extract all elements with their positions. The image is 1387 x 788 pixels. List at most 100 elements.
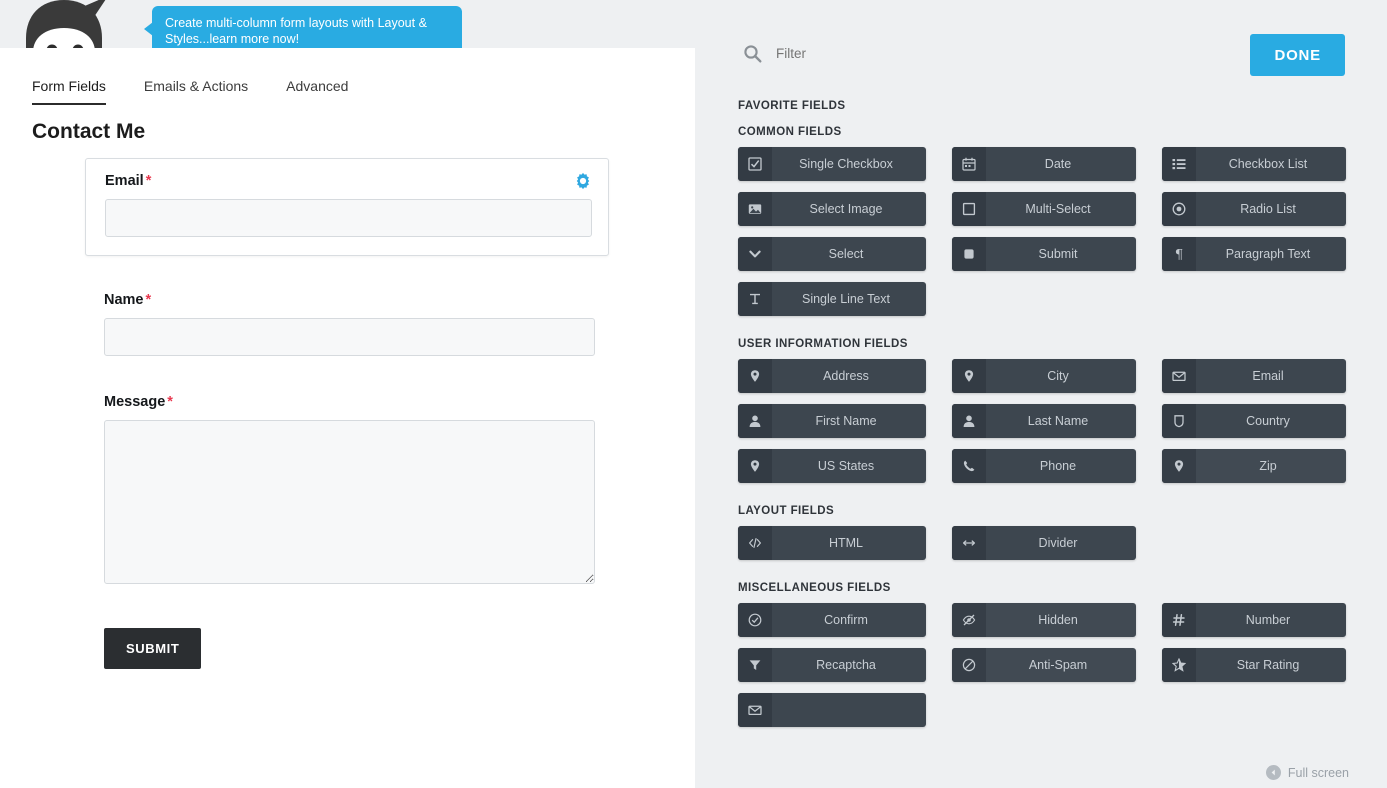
form-field-name[interactable]: Name* — [0, 292, 695, 356]
promo-tooltip-text: Create multi-column form layouts with La… — [165, 16, 427, 46]
field-button-first-name[interactable]: First Name — [738, 404, 926, 438]
form-preview-panel: Form Fields Emails & Actions Advanced Co… — [0, 48, 695, 788]
field-wrapper: SUBMIT — [104, 628, 595, 669]
field-button-label: Single Line Text — [772, 292, 926, 306]
field-button-label: Star Rating — [1196, 658, 1346, 672]
section-user-information-fields: USER INFORMATION FIELDS Address City Ema… — [695, 338, 1387, 483]
field-button-label: Address — [772, 369, 926, 383]
field-button-phone[interactable]: Phone — [952, 449, 1136, 483]
field-button-label: HTML — [772, 536, 926, 550]
gear-icon[interactable] — [574, 172, 592, 190]
fullscreen-toggle[interactable]: Full screen — [1266, 765, 1349, 780]
field-wrapper: Name* — [104, 292, 595, 356]
field-button-label: Zip — [1196, 459, 1346, 473]
field-button-select-image[interactable]: Select Image — [738, 192, 926, 226]
field-button-address[interactable]: Address — [738, 359, 926, 393]
field-wrapper: Message* — [104, 394, 595, 584]
field-grid: Confirm Hidden Number Recaptcha — [738, 603, 1387, 727]
field-button-select[interactable]: Select — [738, 237, 926, 271]
field-button-country[interactable]: Country — [1162, 404, 1346, 438]
form-field-email[interactable]: Email* — [0, 158, 695, 256]
map-pin-icon — [738, 449, 772, 483]
field-button-us-states[interactable]: US States — [738, 449, 926, 483]
shield-outline-icon — [1162, 404, 1196, 438]
field-button-last-name[interactable]: Last Name — [952, 404, 1136, 438]
filter-search[interactable] — [743, 44, 1074, 63]
field-button-html[interactable]: HTML — [738, 526, 926, 560]
eye-slash-icon — [952, 603, 986, 637]
check-circle-icon — [738, 603, 772, 637]
field-label-name: Name* — [104, 292, 595, 308]
field-button-label: City — [986, 369, 1136, 383]
field-button-divider[interactable]: Divider — [952, 526, 1136, 560]
message-field-textarea[interactable] — [104, 420, 595, 584]
field-button-label: Multi-Select — [986, 202, 1136, 216]
field-button-checkbox-list[interactable]: Checkbox List — [1162, 147, 1346, 181]
field-button-radio-list[interactable]: Radio List — [1162, 192, 1346, 226]
arrow-left-circle-icon — [1266, 765, 1281, 780]
map-pin-icon — [1162, 449, 1196, 483]
field-button-single-checkbox[interactable]: Single Checkbox — [738, 147, 926, 181]
funnel-icon — [738, 648, 772, 682]
submit-button[interactable]: SUBMIT — [104, 628, 201, 669]
tab-advanced-label: Advanced — [286, 78, 348, 94]
email-field-input[interactable] — [105, 199, 592, 237]
page-title: Contact Me — [32, 120, 145, 144]
chevron-down-icon — [738, 237, 772, 271]
field-button-anti-spam[interactable]: Anti-Spam — [952, 648, 1136, 682]
field-label-email: Email* — [105, 173, 592, 189]
field-button-label: First Name — [772, 414, 926, 428]
tab-form-fields[interactable]: Form Fields — [32, 78, 106, 105]
field-button-label: Select Image — [772, 202, 926, 216]
field-button-confirm[interactable]: Confirm — [738, 603, 926, 637]
arrows-horizontal-icon — [952, 526, 986, 560]
field-button-label: Single Checkbox — [772, 157, 926, 171]
field-button-multi-select[interactable]: Multi-Select — [952, 192, 1136, 226]
map-pin-icon — [738, 359, 772, 393]
field-button-partial-next[interactable] — [738, 693, 926, 727]
field-button-email[interactable]: Email — [1162, 359, 1346, 393]
form-field-message[interactable]: Message* — [0, 394, 695, 584]
field-grid: Address City Email First Name — [738, 359, 1387, 483]
field-button-label: Submit — [986, 247, 1136, 261]
section-title: LAYOUT FIELDS — [738, 505, 1387, 517]
tab-emails-actions[interactable]: Emails & Actions — [144, 78, 248, 105]
field-button-label: Paragraph Text — [1196, 247, 1346, 261]
tab-advanced[interactable]: Advanced — [286, 78, 348, 105]
field-button-label: Checkbox List — [1196, 157, 1346, 171]
form-field-submit[interactable]: SUBMIT — [0, 628, 695, 669]
name-field-input[interactable] — [104, 318, 595, 356]
field-button-single-line-text[interactable]: Single Line Text — [738, 282, 926, 316]
drawer-header: DONE — [695, 0, 1387, 92]
field-button-paragraph-text[interactable]: ¶ Paragraph Text — [1162, 237, 1346, 271]
field-button-date[interactable]: Date — [952, 147, 1136, 181]
required-indicator: * — [146, 292, 152, 308]
field-card[interactable]: Email* — [85, 158, 609, 256]
field-button-number[interactable]: Number — [1162, 603, 1346, 637]
required-indicator: * — [146, 173, 152, 189]
field-button-city[interactable]: City — [952, 359, 1136, 393]
field-button-hidden[interactable]: Hidden — [952, 603, 1136, 637]
field-label-message: Message* — [104, 394, 595, 410]
tab-form-fields-label: Form Fields — [32, 78, 106, 94]
field-button-label: Date — [986, 157, 1136, 171]
section-favorite-fields: FAVORITE FIELDS — [695, 100, 1387, 112]
section-common-fields: COMMON FIELDS Single Checkbox Date Check… — [695, 126, 1387, 316]
field-button-label: Select — [772, 247, 926, 261]
field-button-label: Phone — [986, 459, 1136, 473]
text-cursor-icon — [738, 282, 772, 316]
field-button-submit[interactable]: Submit — [952, 237, 1136, 271]
field-sections: FAVORITE FIELDS COMMON FIELDS Single Che… — [695, 100, 1387, 749]
done-button[interactable]: DONE — [1250, 34, 1345, 76]
section-title: FAVORITE FIELDS — [738, 100, 1387, 112]
field-button-zip[interactable]: Zip — [1162, 449, 1346, 483]
field-button-label: Country — [1196, 414, 1346, 428]
required-indicator: * — [167, 394, 173, 410]
code-icon — [738, 526, 772, 560]
star-half-icon — [1162, 648, 1196, 682]
calendar-icon — [952, 147, 986, 181]
section-layout-fields: LAYOUT FIELDS HTML Divider — [695, 505, 1387, 560]
filter-input[interactable] — [774, 45, 1074, 62]
field-button-recaptcha[interactable]: Recaptcha — [738, 648, 926, 682]
field-button-star-rating[interactable]: Star Rating — [1162, 648, 1346, 682]
